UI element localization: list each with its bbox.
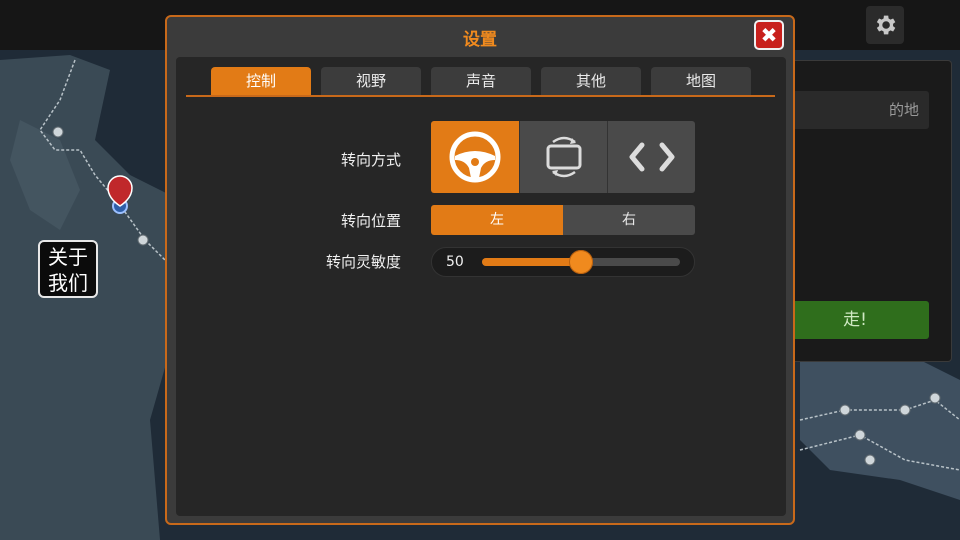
- dialog-title: 设置: [463, 30, 497, 50]
- steering-left-option[interactable]: 左: [431, 205, 563, 235]
- tab-divider: [186, 95, 775, 97]
- tab-view[interactable]: 视野: [321, 67, 421, 95]
- sensitivity-knob[interactable]: [569, 250, 593, 274]
- arrow-buttons-option[interactable]: [607, 121, 695, 193]
- about-us-button[interactable]: 关于 我们: [38, 240, 98, 298]
- about-us-line2: 我们: [48, 271, 88, 295]
- close-icon: ✖: [760, 23, 778, 47]
- settings-dialog: 设置 ✖ 控制 视野 声音 其他 地图 转向方式 转向位置 左 右 转向灵敏度 …: [165, 15, 795, 525]
- sensitivity-slider[interactable]: 50: [431, 247, 695, 277]
- settings-gear-button[interactable]: [866, 6, 904, 44]
- arrow-buttons-icon: [629, 142, 674, 172]
- steering-position-label: 转向位置: [340, 212, 401, 230]
- settings-tabs: 控制 视野 声音 其他 地图: [211, 67, 776, 95]
- tilt-device-option[interactable]: [519, 121, 607, 193]
- gear-icon: [876, 15, 896, 35]
- steering-position-selector: 左 右: [431, 205, 695, 235]
- settings-content: 控制 视野 声音 其他 地图 转向方式 转向位置 左 右 转向灵敏度 50: [176, 57, 786, 516]
- about-us-line1: 关于: [48, 245, 88, 269]
- tilt-device-icon: [546, 136, 581, 178]
- sensitivity-fill: [482, 258, 581, 266]
- destination-panel: 的地 走!: [790, 60, 952, 362]
- close-button[interactable]: ✖: [754, 20, 784, 50]
- steering-sensitivity-label: 转向灵敏度: [325, 253, 401, 271]
- destination-field[interactable]: 的地: [791, 91, 929, 129]
- tab-sound[interactable]: 声音: [431, 67, 531, 95]
- steering-mode-selector: [431, 121, 695, 193]
- tab-control[interactable]: 控制: [211, 67, 311, 95]
- tab-map[interactable]: 地图: [651, 67, 751, 95]
- steering-mode-label: 转向方式: [340, 151, 401, 169]
- tab-other[interactable]: 其他: [541, 67, 641, 95]
- steering-wheel-option[interactable]: [431, 121, 519, 193]
- sensitivity-track[interactable]: [482, 250, 680, 274]
- sensitivity-value: 50: [446, 254, 464, 270]
- steering-right-option[interactable]: 右: [563, 205, 695, 235]
- steering-wheel-icon: [449, 131, 501, 183]
- go-button[interactable]: 走!: [791, 301, 929, 339]
